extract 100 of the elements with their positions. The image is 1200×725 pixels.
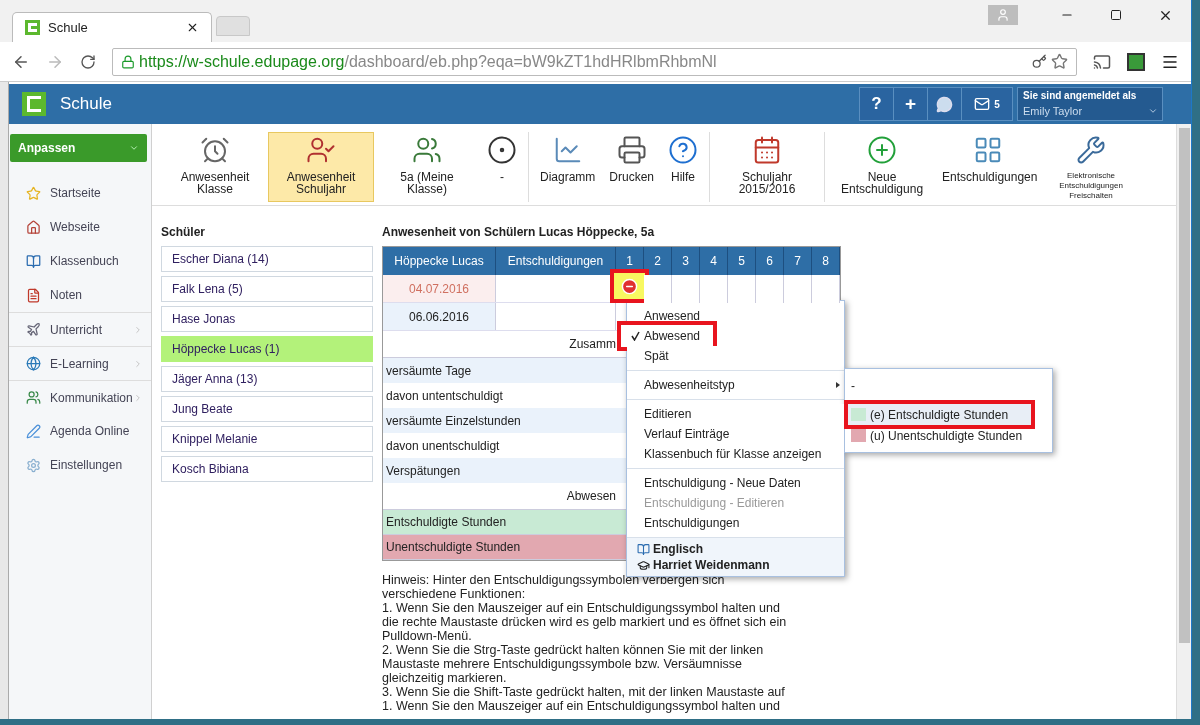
people-icon [26, 390, 41, 405]
teacher-icon [637, 558, 650, 572]
checkmark-icon [631, 331, 640, 341]
add-button[interactable]: + [894, 88, 928, 120]
student-item[interactable]: Jung Beate [161, 396, 373, 422]
scrollbar-thumb[interactable] [1178, 128, 1190, 643]
hint-text: 2. Wenn Sie die Strg-Taste gedrückt halten können Sie mit der linken Maustaste mehrere Entschuldigungssymbole bzw. Versäumnisse gleichzeitig markieren. [382, 643, 765, 685]
close-tab-icon[interactable] [186, 21, 199, 34]
sidebar-item[interactable]: Agenda Online [9, 414, 151, 448]
toolbar-button[interactable]: Entschuldigungen [935, 132, 1042, 202]
toolbar-button[interactable]: Anwesenheit Klasse [162, 132, 268, 202]
hint-text: 1. Wenn Sie den Mauszeiger auf ein Entschuldigungssymbol halten und [382, 699, 781, 713]
chevron-icon [133, 358, 143, 369]
envelope-icon [974, 96, 991, 112]
logo-icon [22, 92, 46, 116]
cast-icon[interactable] [1093, 52, 1111, 71]
student-item[interactable]: Höppecke Lucas (1) [161, 336, 373, 362]
students-heading: Schüler [161, 224, 206, 241]
menu-item[interactable]: Editieren [627, 404, 844, 424]
help-icon [668, 135, 699, 165]
url-text: https://w-schule.edupage.org/dashboard/eb.php?eqa=bW9kZT1hdHRlbmRhbmNl [139, 51, 718, 72]
plus-circle-icon [867, 135, 898, 165]
hint-text: 3. Wenn Sie die Shift-Taste gedrückt halten, mit der linken Maustaste auf [382, 685, 786, 699]
menu-item[interactable]: Spät [627, 346, 844, 366]
printer-icon [616, 135, 647, 165]
toolbar-button[interactable]: Drucken [602, 132, 662, 202]
plane-icon [26, 322, 41, 337]
caret-icon [1148, 106, 1158, 116]
menu-footer-text: Englisch [653, 541, 703, 558]
lock-icon [121, 54, 135, 69]
caret-icon [129, 143, 139, 153]
menu-item[interactable]: Klassenbuch für Klasse anzeigen [627, 444, 844, 464]
book-icon [26, 253, 41, 269]
toolbar-button[interactable]: 5a (Meine Klasse) [374, 132, 480, 202]
globe-icon [26, 356, 41, 371]
sidebar-item[interactable]: E-Learning [9, 346, 151, 380]
student-item[interactable]: Kosch Bibiana [161, 456, 373, 482]
sidebar-item[interactable]: Noten [9, 278, 151, 312]
toolbar-button[interactable]: Diagramm [533, 132, 603, 202]
menu-item[interactable]: Anwesend [627, 306, 844, 326]
sidebar-item[interactable]: Kommunikation [9, 380, 151, 414]
chat-button[interactable] [928, 88, 962, 120]
gear-icon [26, 457, 41, 473]
house-icon [26, 219, 41, 235]
chat-bubble-icon [936, 95, 953, 113]
toolbar-button[interactable]: - [480, 132, 524, 202]
date-cell: 04.07.2016 [383, 275, 496, 302]
sidebar-item[interactable]: Einstellungen [9, 448, 151, 482]
menu-item[interactable]: Entschuldigung - Neue Daten [627, 473, 844, 493]
submenu-item[interactable]: - [845, 375, 1052, 396]
logo-icon [25, 20, 40, 35]
hint-text: 1. Wenn Sie den Mauszeiger auf ein Entschuldigungssymbol halten und die rechte Maustaste drücken wird es gelb markiert und es öffnet sich ein Pulldown-Menü. [382, 601, 787, 643]
student-item[interactable]: Escher Diana (14) [161, 246, 373, 272]
section-heading: Zusamm [569, 336, 616, 353]
attendance-title: Anwesenheit von Schülern Lucas Höppecke, 5a [382, 224, 656, 241]
submenu-item[interactable]: (e) Entschuldigte Stunden [844, 400, 1035, 429]
chevron-icon [133, 324, 143, 335]
menu-footer-text: Harriet Weidenmann [653, 557, 770, 574]
person-check-icon [306, 135, 336, 165]
help-button[interactable]: ? [860, 88, 894, 120]
extension-icon[interactable] [1127, 52, 1145, 71]
menu-item[interactable]: Verlauf Einträge [627, 424, 844, 444]
toolbar-button[interactable]: Neue Entschuldigung [829, 132, 936, 202]
document-icon [26, 287, 41, 303]
bookmark-star-icon[interactable] [1051, 53, 1068, 70]
messages-button[interactable]: 5 [962, 88, 1012, 120]
sidebar-item[interactable]: Unterricht [9, 312, 151, 346]
customize-button[interactable]: Anpassen [10, 134, 147, 162]
tools-icon [1076, 135, 1107, 165]
key-icon[interactable] [1032, 54, 1047, 69]
sidebar-item[interactable]: Klassenbuch [9, 244, 151, 278]
address-field[interactable]: https://w-schule.edupage.org/dashboard/eb.php?eqa=bW9kZT1hdHRlbmRhbmNl [112, 47, 1077, 76]
student-item[interactable]: Hase Jonas [161, 306, 373, 332]
pen-icon [26, 423, 41, 439]
sidebar-item[interactable]: Startseite [9, 176, 151, 210]
student-item[interactable]: Jäger Anna (13) [161, 366, 373, 392]
app-title: Schule [60, 93, 113, 116]
maximize-icon[interactable] [1110, 9, 1122, 21]
toolbar-button[interactable]: Schuljahr 2015/2016 [714, 132, 821, 202]
toolbar-button[interactable]: Hilfe [661, 132, 706, 202]
student-item[interactable]: Falk Lena (5) [161, 276, 373, 302]
star-icon [26, 185, 41, 201]
submenu-arrow-icon [836, 382, 840, 388]
people-icon [412, 135, 442, 165]
chevron-icon [133, 392, 143, 403]
date-cell: 06.06.2016 [383, 303, 496, 330]
toolbar-button[interactable]: Anwesenheit Schuljahr [268, 132, 374, 202]
alarm-clock-icon [200, 135, 230, 165]
sidebar-item[interactable]: Webseite [9, 210, 151, 244]
menu-item[interactable]: Entschuldigungen [627, 513, 844, 533]
reload-icon[interactable] [80, 53, 96, 70]
user-icon [996, 8, 1010, 22]
section-heading: Abwesen [566, 488, 616, 505]
student-item[interactable]: Knippel Melanie [161, 426, 373, 452]
browser-tab[interactable]: Schule [12, 12, 212, 42]
ball-icon [487, 135, 517, 165]
toolbar-button[interactable]: Elektronische Entschuldigungen Freischalten [1041, 132, 1142, 202]
book-icon [637, 542, 650, 556]
user-menu[interactable]: Sie sind angemeldet als Emily Taylor [1017, 87, 1163, 121]
absence-icon [621, 277, 638, 295]
